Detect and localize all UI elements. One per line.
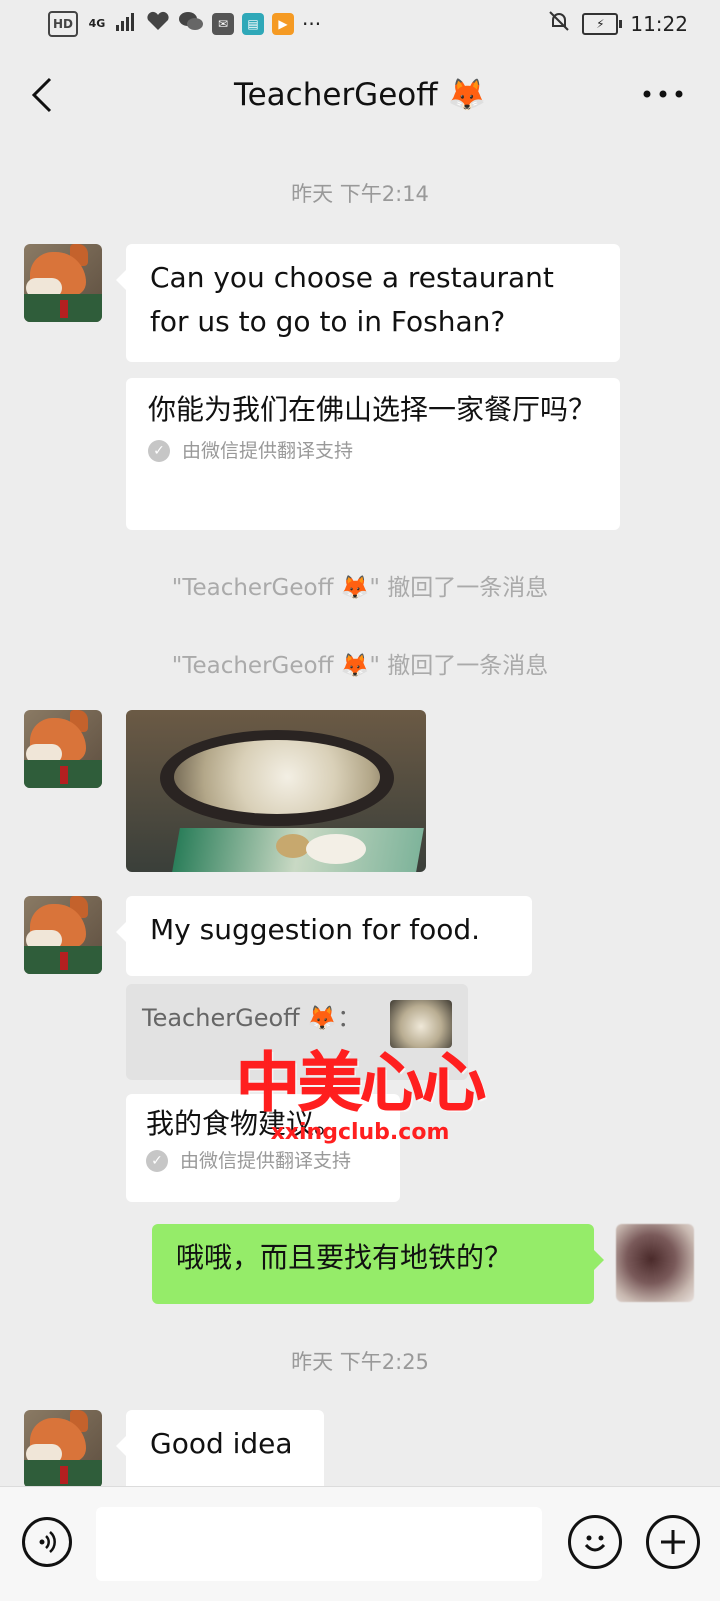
more-dots-icon (643, 90, 683, 98)
translation-text: 我的食物建议。 (146, 1107, 343, 1140)
signal-icon (116, 11, 138, 36)
chat-title: TeacherGeoff 🦊 (233, 77, 487, 113)
more-notifications-icon: ··· (302, 11, 322, 36)
more-actions-button[interactable] (646, 1515, 700, 1569)
recall-notice: "TeacherGeoff 🦊" 撤回了一条消息 (171, 575, 549, 601)
message-input[interactable] (96, 1507, 542, 1581)
clock: 11:22 (630, 11, 688, 36)
mail-app-icon: ✉ (212, 12, 234, 35)
video-app-icon: ▶ (272, 12, 294, 35)
network-4g-icon: 4G (88, 16, 106, 30)
translation-bubble[interactable]: 你能为我们在佛山选择一家餐厅吗？ ✓ 由微信提供翻译支持 (126, 378, 620, 530)
translation-bubble[interactable]: 我的食物建议。 ✓ 由微信提供翻译支持 (126, 1094, 400, 1202)
contact-avatar[interactable] (24, 710, 102, 788)
quoted-message[interactable]: TeacherGeoff 🦊： (126, 984, 468, 1080)
status-icons-left: HD 4G ✉ ▤ ▶ ··· (48, 10, 321, 37)
emoji-icon (584, 1535, 606, 1552)
more-options-button[interactable] (638, 74, 688, 114)
status-bar: HD 4G ✉ ▤ ▶ ··· ⚡ 11:22 (0, 0, 720, 48)
sent-message-bubble[interactable]: 哦哦，而且要找有地铁的？ (152, 1224, 604, 1304)
reader-app-icon: ▤ (242, 12, 264, 35)
wechat-icon (178, 10, 204, 37)
contact-avatar[interactable] (24, 896, 102, 974)
check-icon: ✓ (148, 440, 170, 462)
bell-muted-icon (548, 10, 570, 37)
translation-note-text: 由微信提供翻译支持 (180, 1150, 352, 1172)
message-bubble[interactable]: Can you choose a restaurant for us to go… (116, 244, 620, 362)
contact-avatar[interactable] (24, 244, 102, 322)
message-bubble[interactable]: My suggestion for food. (116, 896, 532, 976)
translation-note: ✓ 由微信提供翻译支持 (146, 1148, 380, 1174)
quote-author: TeacherGeoff 🦊： (142, 1004, 362, 1032)
health-heart-icon (146, 11, 170, 36)
voice-icon (39, 1531, 56, 1553)
emoji-button[interactable] (568, 1515, 622, 1569)
message-text: Good idea (150, 1427, 293, 1460)
plus-icon (661, 1530, 685, 1554)
message-text: Can you choose a restaurant for us to go… (150, 261, 554, 338)
recall-notice: "TeacherGeoff 🦊" 撤回了一条消息 (171, 653, 549, 679)
contact-avatar[interactable] (24, 1410, 102, 1488)
hd-icon: HD (48, 10, 78, 37)
battery-icon: ⚡ (582, 12, 623, 35)
my-avatar[interactable] (616, 1224, 694, 1302)
check-icon: ✓ (146, 1150, 168, 1172)
food-photo[interactable] (126, 710, 426, 872)
translation-text: 你能为我们在佛山选择一家餐厅吗？ (148, 393, 597, 426)
chat-input-bar (0, 1486, 720, 1601)
message-bubble[interactable]: Good idea (116, 1410, 324, 1486)
timestamp: 昨天 下午2:25 (291, 1350, 429, 1374)
message-text: 哦哦，而且要找有地铁的？ (176, 1241, 513, 1274)
timestamp: 昨天 下午2:14 (291, 182, 429, 206)
quoted-image-thumbnail (390, 1000, 452, 1048)
translation-note-text: 由微信提供翻译支持 (182, 440, 354, 462)
message-text: My suggestion for food. (150, 913, 481, 946)
translation-note: ✓ 由微信提供翻译支持 (148, 438, 598, 464)
status-icons-right: ⚡ 11:22 (548, 10, 688, 37)
chat-header: TeacherGeoff 🦊 (0, 56, 720, 136)
voice-button[interactable] (22, 1517, 72, 1567)
